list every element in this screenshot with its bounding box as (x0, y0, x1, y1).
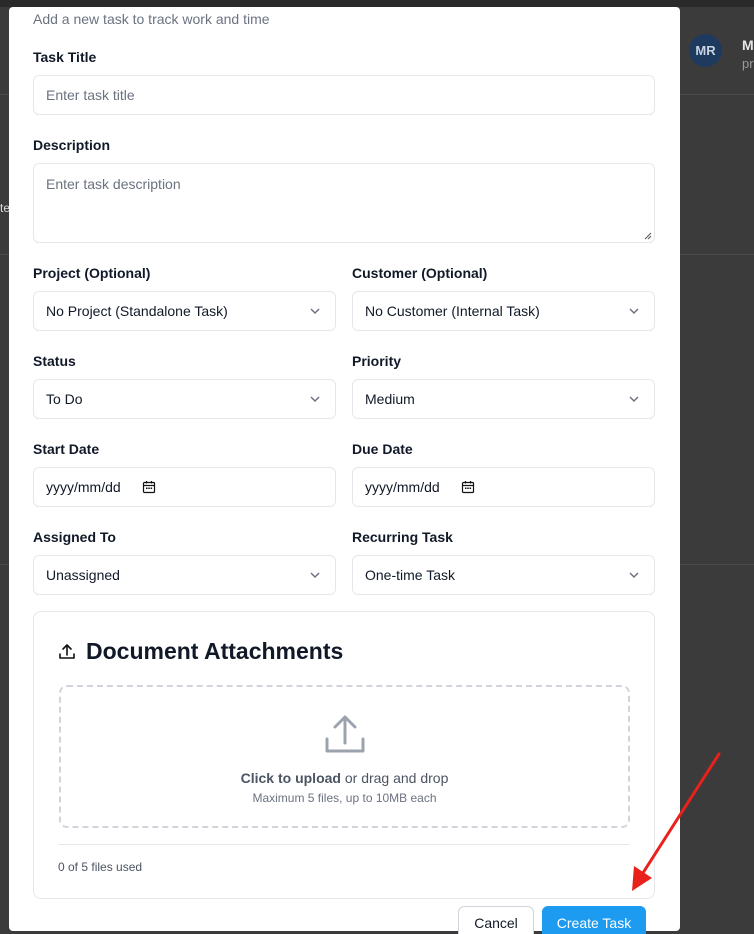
assigned-to-select[interactable]: Unassigned (33, 555, 336, 595)
customer-value: No Customer (Internal Task) (365, 303, 540, 319)
start-date-value: yyyy/mm/dd (46, 479, 121, 495)
background-top-strip (0, 0, 754, 7)
status-value: To Do (46, 391, 83, 407)
calendar-icon[interactable] (142, 480, 156, 494)
start-date-label: Start Date (33, 441, 100, 457)
recurring-select[interactable]: One-time Task (352, 555, 655, 595)
dropzone-instructions: Click to upload or drag and drop (61, 770, 628, 786)
create-task-button[interactable]: Create Task (542, 906, 646, 934)
upload-limit-text: Maximum 5 files, up to 10MB each (252, 791, 437, 805)
project-select[interactable]: No Project (Standalone Task) (33, 291, 336, 331)
upload-icon (59, 643, 75, 659)
file-dropzone[interactable]: Click to upload or drag and drop Maximum… (59, 685, 630, 828)
cancel-button[interactable]: Cancel (458, 906, 534, 934)
chevron-down-icon (629, 396, 639, 403)
attachments-card: Document Attachments Click to upload or … (33, 611, 655, 899)
resize-handle-icon[interactable] (644, 232, 652, 240)
chevron-down-icon (310, 396, 320, 403)
due-date-value: yyyy/mm/dd (365, 479, 440, 495)
chevron-down-icon (629, 308, 639, 315)
due-date-input[interactable]: yyyy/mm/dd (352, 467, 655, 507)
assigned-to-value: Unassigned (46, 567, 120, 583)
calendar-icon[interactable] (461, 480, 475, 494)
priority-select[interactable]: Medium (352, 379, 655, 419)
priority-value: Medium (365, 391, 415, 407)
customer-select[interactable]: No Customer (Internal Task) (352, 291, 655, 331)
task-title-input[interactable]: Enter task title (33, 75, 655, 115)
description-placeholder: Enter task description (46, 176, 181, 192)
description-textarea[interactable]: Enter task description (33, 163, 655, 243)
task-title-label: Task Title (33, 49, 97, 65)
chevron-down-icon (310, 308, 320, 315)
modal-subtitle: Add a new task to track work and time (33, 11, 270, 27)
screen: MR M pr te Add a new task to track work … (0, 0, 754, 934)
click-to-upload-link[interactable]: Click to upload (241, 770, 341, 786)
recurring-value: One-time Task (365, 567, 455, 583)
recurring-label: Recurring Task (352, 529, 453, 545)
user-subtitle: pr (742, 56, 754, 71)
files-used-count: 0 of 5 files used (58, 860, 143, 874)
attachments-title: Document Attachments (86, 638, 344, 664)
attachments-heading: Document Attachments (58, 638, 343, 665)
create-task-modal: Add a new task to track work and time Ta… (9, 7, 680, 931)
assigned-to-label: Assigned To (33, 529, 116, 545)
priority-label: Priority (352, 353, 402, 369)
start-date-input[interactable]: yyyy/mm/dd (33, 467, 336, 507)
attachments-divider (58, 844, 630, 845)
upload-icon (325, 715, 365, 753)
project-value: No Project (Standalone Task) (46, 303, 228, 319)
drag-drop-text: or drag and drop (340, 770, 449, 786)
status-label: Status (33, 353, 76, 369)
user-name: M (742, 37, 754, 53)
chevron-down-icon (629, 572, 639, 579)
due-date-label: Due Date (352, 441, 413, 457)
project-label: Project (Optional) (33, 265, 151, 281)
customer-label: Customer (Optional) (352, 265, 488, 281)
status-select[interactable]: To Do (33, 379, 336, 419)
description-label: Description (33, 137, 111, 153)
avatar: MR (689, 34, 722, 67)
chevron-down-icon (310, 572, 320, 579)
task-title-placeholder: Enter task title (46, 87, 135, 103)
